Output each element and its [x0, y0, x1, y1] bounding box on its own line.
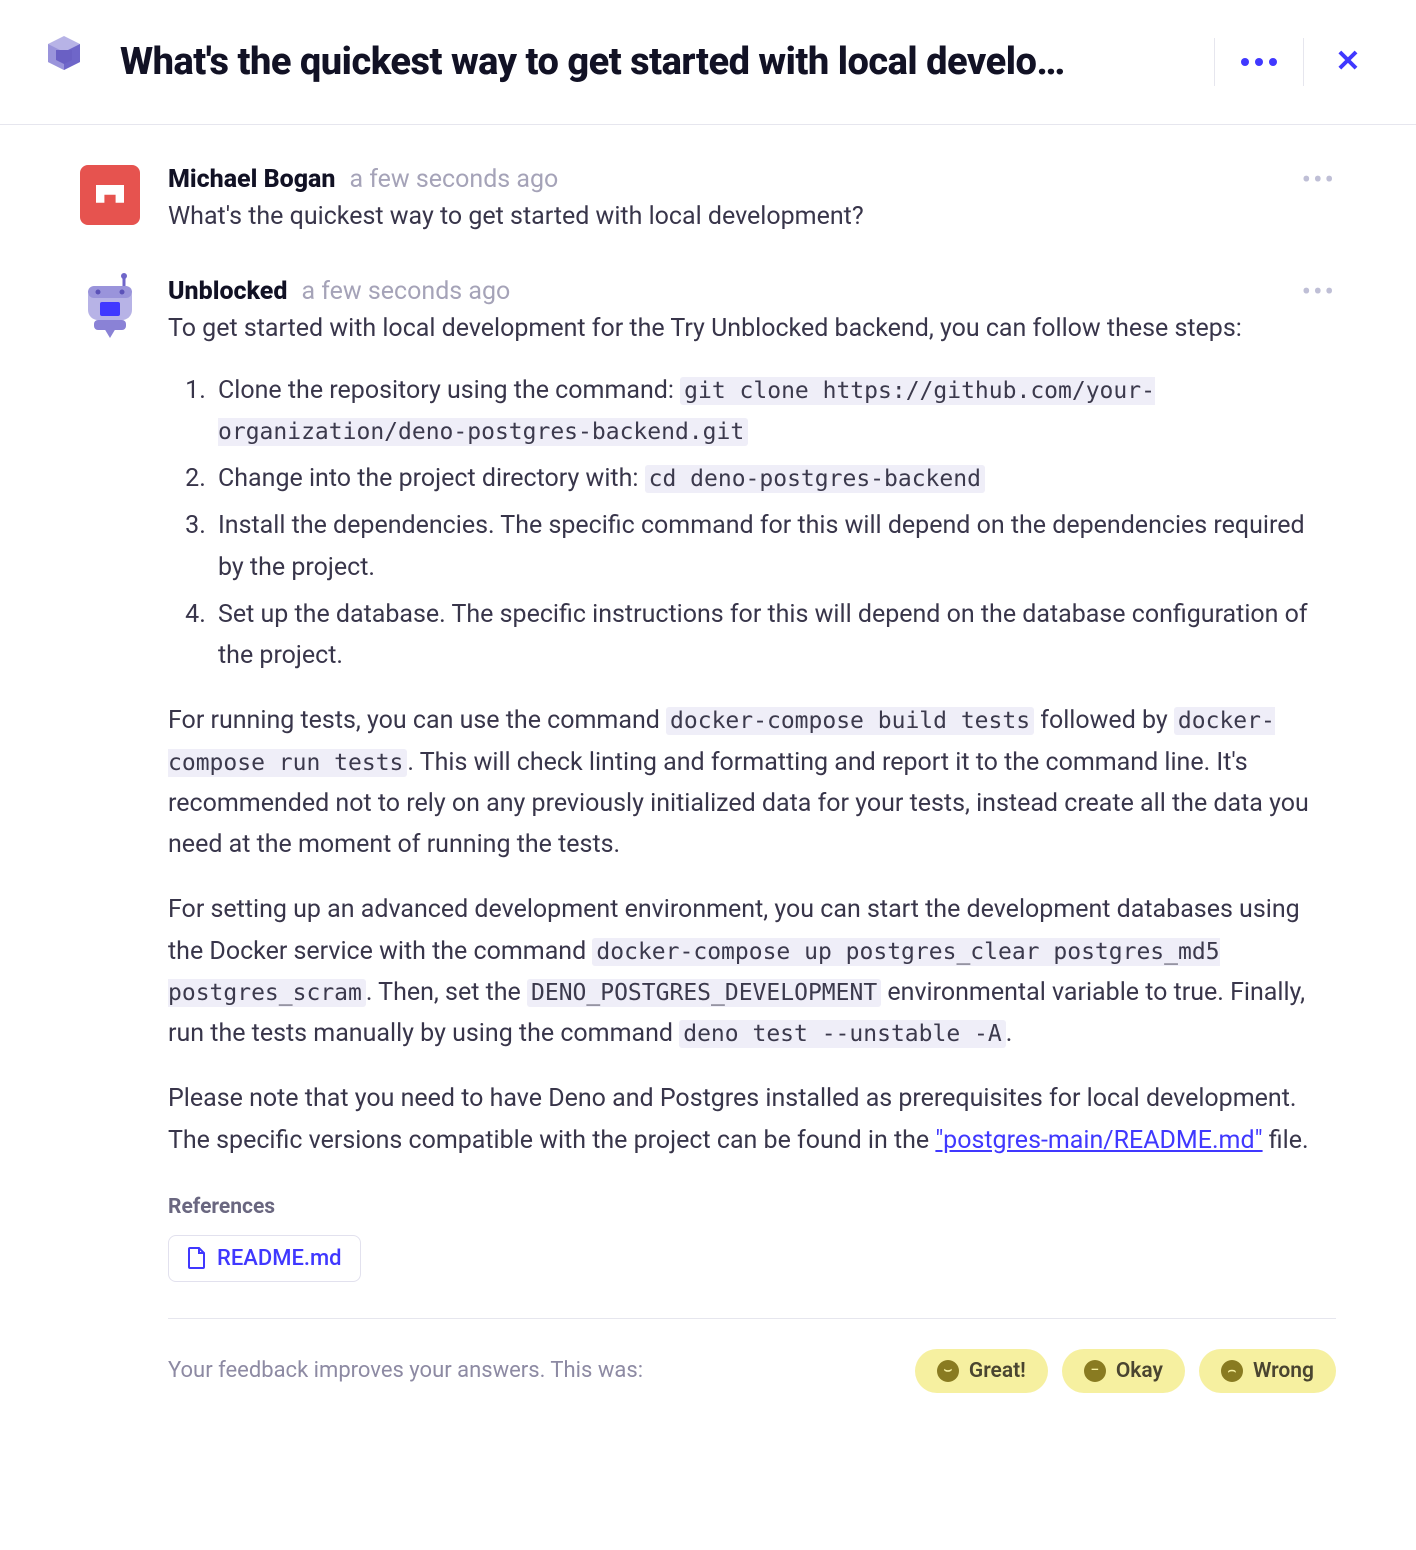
message-text: What's the quickest way to get started w… [168, 196, 1336, 237]
step-text: Change into the project directory with: [218, 464, 645, 493]
references-heading: References [168, 1195, 1336, 1219]
paragraph-advanced: For setting up an advanced development e… [168, 889, 1336, 1054]
text-run: followed by [1034, 706, 1174, 735]
user-avatar [80, 165, 140, 225]
readme-link[interactable]: "postgres-main/README.md" [935, 1126, 1262, 1155]
message-text: To get started with local development fo… [168, 308, 1336, 1161]
feedback-wrong-button[interactable]: ⌢ Wrong [1199, 1349, 1336, 1393]
message-header: Michael Bogan a few seconds ago ••• [168, 165, 1336, 194]
message-body: Unblocked a few seconds ago ••• To get s… [168, 277, 1336, 1393]
feedback-bar: Your feedback improves your answers. Thi… [168, 1318, 1336, 1393]
reference-label: README.md [217, 1246, 342, 1271]
header-actions: ✕ [1214, 30, 1384, 94]
list-item: Clone the repository using the command: … [212, 370, 1336, 453]
author-name: Unblocked [168, 277, 287, 306]
feedback-prompt: Your feedback improves your answers. Thi… [168, 1358, 901, 1383]
message-bot: Unblocked a few seconds ago ••• To get s… [80, 277, 1336, 1393]
paragraph-note: Please note that you need to have Deno a… [168, 1078, 1336, 1161]
text-run: file. [1263, 1126, 1309, 1155]
frown-icon: ⌢ [1221, 1360, 1243, 1382]
list-item: Set up the database. The specific instru… [212, 594, 1336, 677]
code-snippet: DENO_POSTGRES_DEVELOPMENT [527, 979, 881, 1007]
feedback-great-button[interactable]: ⌣ Great! [915, 1349, 1048, 1393]
timestamp: a few seconds ago [349, 165, 558, 194]
list-item: Change into the project directory with: … [212, 458, 1336, 499]
timestamp: a few seconds ago [301, 277, 510, 306]
steps-list: Clone the repository using the command: … [212, 370, 1336, 677]
smile-icon: ⌣ [937, 1360, 959, 1382]
message-header: Unblocked a few seconds ago ••• [168, 277, 1336, 306]
step-text: Clone the repository using the command: [218, 376, 680, 405]
close-icon: ✕ [1335, 47, 1360, 77]
code-snippet: docker-compose build tests [666, 707, 1034, 735]
paragraph-tests: For running tests, you can use the comma… [168, 700, 1336, 865]
message-user: Michael Bogan a few seconds ago ••• What… [80, 165, 1336, 237]
close-button[interactable]: ✕ [1312, 30, 1384, 94]
text-run: For running tests, you can use the comma… [168, 706, 666, 735]
page-title: What's the quickest way to get started w… [120, 40, 1190, 84]
feedback-label: Wrong [1253, 1359, 1314, 1383]
message-more-button[interactable]: ••• [1302, 285, 1336, 299]
message-body: Michael Bogan a few seconds ago ••• What… [168, 165, 1336, 237]
divider [1303, 38, 1304, 86]
text-run: . Then, set the [366, 978, 527, 1007]
feedback-label: Great! [969, 1359, 1026, 1383]
feedback-label: Okay [1116, 1359, 1163, 1383]
bot-avatar [80, 277, 140, 337]
feedback-okay-button[interactable]: – Okay [1062, 1349, 1185, 1393]
conversation-body: Michael Bogan a few seconds ago ••• What… [0, 125, 1416, 1463]
more-horizontal-icon: ••• [1302, 163, 1336, 196]
reference-chip[interactable]: README.md [168, 1235, 361, 1282]
file-icon [187, 1246, 207, 1270]
app-logo [32, 30, 96, 94]
author-name: Michael Bogan [168, 165, 335, 194]
message-more-button[interactable]: ••• [1302, 173, 1336, 187]
code-snippet: deno test --unstable -A [679, 1020, 1006, 1048]
code-snippet: cd deno-postgres-backend [645, 465, 985, 493]
more-horizontal-icon: ••• [1302, 275, 1336, 308]
text-run: . [1006, 1019, 1013, 1048]
list-item: Install the dependencies. The specific c… [212, 505, 1336, 588]
header-bar: What's the quickest way to get started w… [0, 0, 1416, 125]
divider [1214, 38, 1215, 86]
more-button[interactable] [1223, 30, 1295, 94]
intro-paragraph: To get started with local development fo… [168, 308, 1336, 349]
neutral-icon: – [1084, 1360, 1106, 1382]
more-horizontal-icon [1241, 58, 1277, 66]
